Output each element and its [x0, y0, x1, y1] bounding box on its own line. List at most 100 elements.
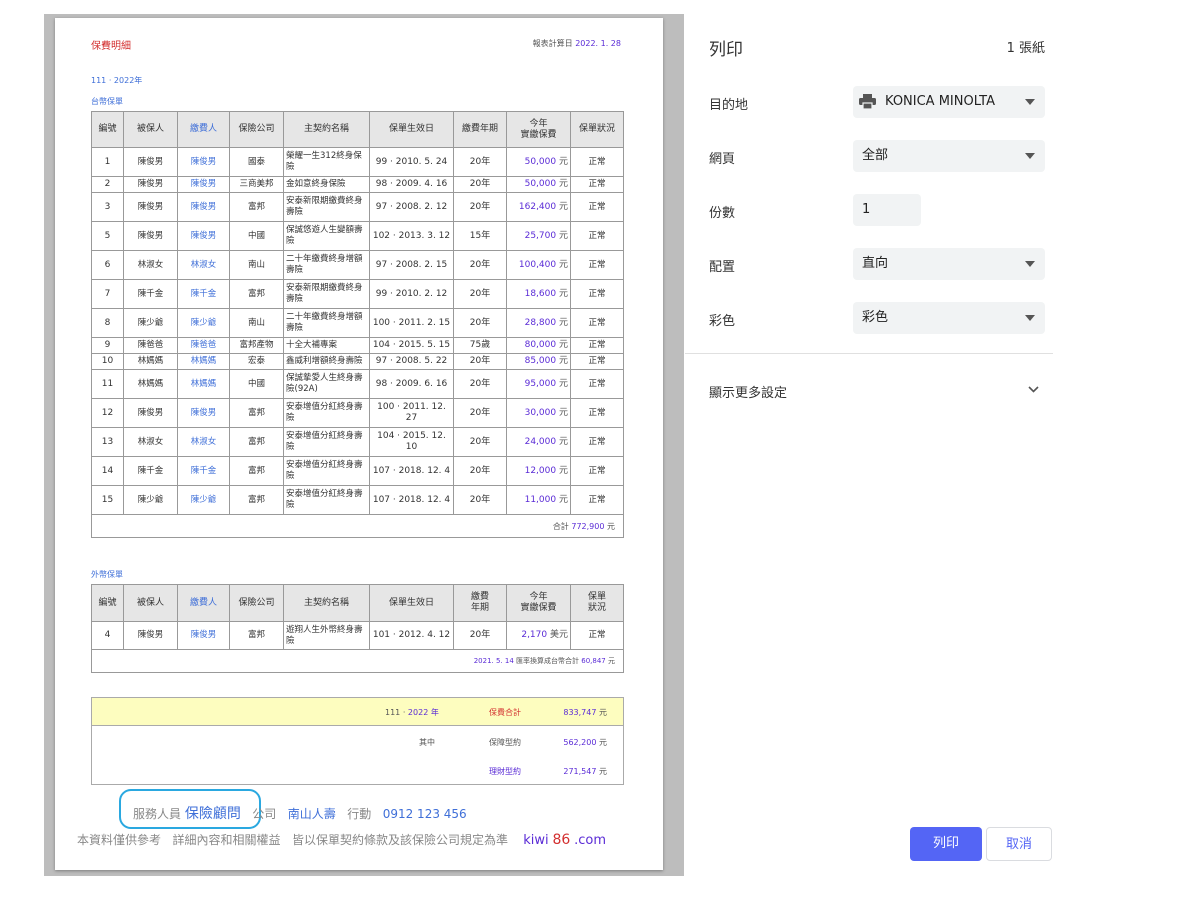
table-cell: 20年: [453, 308, 507, 338]
print-settings-panel: 列印 1 張紙 目的地 KONICA MINOLTA 網頁 全部 份數 1 配置…: [685, 0, 1053, 898]
table-cell: 20年: [453, 192, 507, 222]
table-cell: 50,000 元: [506, 176, 571, 193]
table-cell: 陳少爺: [177, 308, 230, 338]
premium-summary: 111 · 2022 年 保費合計 833,747 元 其中 保障型約 562,…: [91, 697, 624, 785]
table-cell: 富邦: [229, 456, 284, 486]
table-cell: 中國: [229, 369, 284, 399]
column-header: 保單生效日: [369, 111, 454, 148]
column-header: 主契約名稱: [283, 111, 370, 148]
chevron-down-icon: [1025, 261, 1035, 267]
table-cell: 保誠悠遊人生變額壽險: [283, 221, 370, 251]
table-row: 6 林淑女 林淑女 南山 二十年繳費終身增額壽險 97 · 2008. 2. 15 20年 1…: [91, 250, 624, 280]
chevron-down-icon: [1025, 315, 1035, 321]
table-row: 9 陳爸爸 陳爸爸 富邦產物 十全大補專案 104 · 2015. 5. 15 75歲 80,…: [91, 337, 624, 354]
table-cell: 2: [91, 176, 124, 193]
column-header: 主契約名稱: [283, 584, 370, 622]
table-cell: 104 · 2015. 5. 15: [369, 337, 454, 354]
column-header: 今年 實繳保費: [506, 111, 571, 148]
table-cell: 15: [91, 485, 124, 515]
table-cell: 二十年繳費終身增額壽險: [283, 250, 370, 280]
column-header: 被保人: [123, 111, 178, 148]
table-cell: 28,800 元: [506, 308, 571, 338]
section-twd: 台幣保單: [91, 97, 123, 106]
table-cell: 陳千金: [123, 279, 178, 309]
print-button[interactable]: 列印: [910, 827, 982, 861]
chevron-down-icon: [1025, 99, 1035, 105]
column-header: 被保人: [123, 584, 178, 622]
exchange-note-cell: 2021. 5. 14 匯率換算成台幣合計 60,847 元: [91, 649, 624, 673]
color-select[interactable]: 彩色: [853, 302, 1045, 334]
table-cell: 保誠摯愛人生終身壽險(92A): [283, 369, 370, 399]
column-header: 繳費人: [177, 584, 230, 622]
table-cell: 陳千金: [177, 279, 230, 309]
table-cell: 富邦: [229, 192, 284, 222]
table-cell: 正常: [570, 369, 624, 399]
table-cell: 林媽媽: [177, 353, 230, 370]
table-cell: 二十年繳費終身增額壽險: [283, 308, 370, 338]
doc-year: 111 · 2022年: [91, 76, 143, 85]
table-row: 8 陳少爺 陳少爺 南山 二十年繳費終身增額壽險 100 · 2011. 2. 15 20年…: [91, 308, 624, 338]
destination-select[interactable]: KONICA MINOLTA: [853, 86, 1045, 118]
summary-invest-label: 理財型約: [489, 767, 521, 776]
table-cell: 正常: [570, 456, 624, 486]
column-header: 今年 實繳保費: [506, 584, 571, 622]
table-cell: 97 · 2008. 5. 22: [369, 353, 454, 370]
table-cell: 18,600 元: [506, 279, 571, 309]
table-cell: 陳俊男: [177, 398, 230, 428]
table-cell: 陳爸爸: [177, 337, 230, 354]
doc-title: 保費明細: [91, 41, 131, 52]
table-cell: 97 · 2008. 2. 12: [369, 192, 454, 222]
total-row: 合計 772,900 元: [91, 514, 624, 538]
table-cell: 7: [91, 279, 124, 309]
table-cell: 安泰增值分紅終身壽險: [283, 398, 370, 428]
more-settings-toggle[interactable]: 顯示更多設定: [685, 370, 1053, 410]
table-cell: 4: [91, 621, 124, 650]
table-cell: 20年: [453, 369, 507, 399]
table-cell: 104 · 2015. 12. 10: [369, 427, 454, 457]
copies-input[interactable]: 1: [853, 194, 921, 226]
table-cell: 安泰新限期繳費終身壽險: [283, 279, 370, 309]
table-cell: 13: [91, 427, 124, 457]
table-cell: 30,000 元: [506, 398, 571, 428]
table-cell: 100 · 2011. 12. 27: [369, 398, 454, 428]
table-cell: 95,000 元: [506, 369, 571, 399]
table-cell: 101 · 2012. 4. 12: [369, 621, 454, 650]
table-cell: 中國: [229, 221, 284, 251]
table-cell: 20年: [453, 427, 507, 457]
table-cell: 20年: [453, 353, 507, 370]
table-cell: 安泰增值分紅終身壽險: [283, 485, 370, 515]
table-cell: 20年: [453, 621, 507, 650]
table-cell: 1: [91, 147, 124, 177]
table-cell: 20年: [453, 250, 507, 280]
table-cell: 富邦: [229, 485, 284, 515]
table-cell: 85,000 元: [506, 353, 571, 370]
copies-label: 份數: [709, 206, 736, 221]
table-row: 11 林媽媽 林媽媽 中國 保誠摯愛人生終身壽險(92A) 98 · 2009. 6. 1…: [91, 369, 624, 399]
cancel-button[interactable]: 取消: [986, 827, 1052, 861]
layout-select[interactable]: 直向: [853, 248, 1045, 280]
pages-select[interactable]: 全部: [853, 140, 1045, 172]
table-cell: 宏泰: [229, 353, 284, 370]
column-header: 保單 狀況: [570, 584, 624, 622]
table-cell: 正常: [570, 485, 624, 515]
table-cell: 20年: [453, 398, 507, 428]
table-row: 12 陳俊男 陳俊男 富邦 安泰增值分紅終身壽險 100 · 2011. 12. 27 20…: [91, 398, 624, 428]
table-cell: 100 · 2011. 2. 15: [369, 308, 454, 338]
table-cell: 陳少爺: [123, 485, 178, 515]
preview-page: 保費明細 報表計算日 2022. 1. 28 111 · 2022年 台幣保單 …: [55, 18, 663, 870]
table-cell: 陳少爺: [177, 485, 230, 515]
table-cell: 99 · 2010. 5. 24: [369, 147, 454, 177]
table-cell: 十全大補專案: [283, 337, 370, 354]
table-cell: 南山: [229, 250, 284, 280]
column-header: 繳費年期: [453, 111, 507, 148]
table-cell: 榮耀一生312終身保險: [283, 147, 370, 177]
table-cell: 陳俊男: [123, 621, 178, 650]
pages-label: 網頁: [709, 152, 736, 167]
table-cell: 20年: [453, 176, 507, 193]
more-settings-label: 顯示更多設定: [709, 386, 788, 401]
summary-invest: 271,547 元: [563, 767, 607, 776]
foreign-policy-table: 編號 被保人 繳費人 保險公司 主契約名稱 保單生效日 繳費 年期 今年 實繳保費 保單 狀況 …: [91, 584, 624, 673]
table-cell: 陳少爺: [123, 308, 178, 338]
table-cell: 三商美邦: [229, 176, 284, 193]
table-cell: 正常: [570, 176, 624, 193]
